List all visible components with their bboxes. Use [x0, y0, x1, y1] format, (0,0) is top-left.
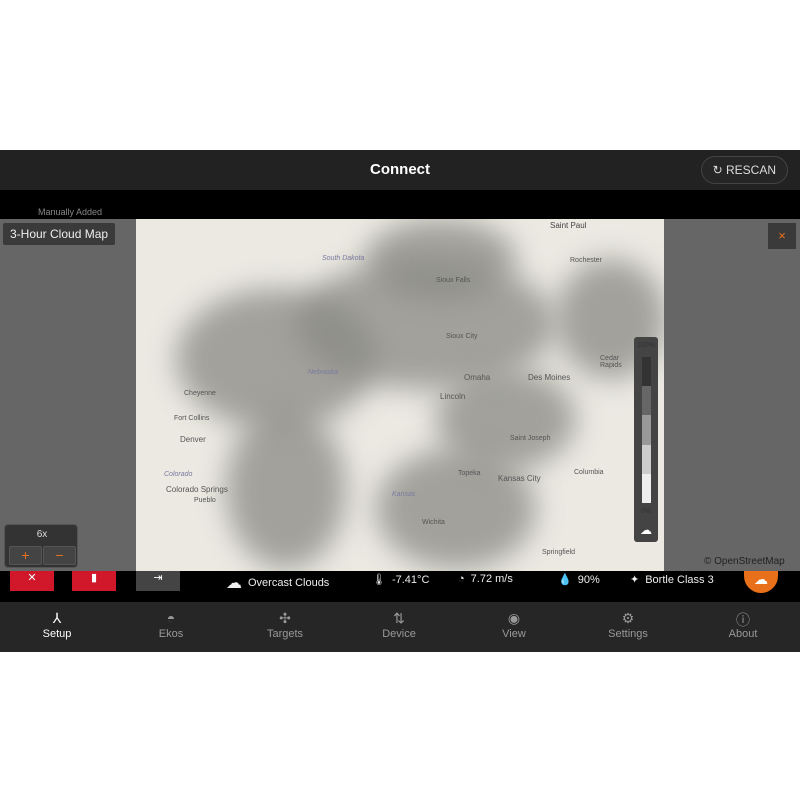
droplet-icon: 💧 — [558, 574, 572, 586]
page-title: Connect — [370, 161, 430, 178]
app-header: Connect ↻ RESCAN — [0, 150, 800, 190]
cloud-map[interactable]: South Dakota Nebraska Kansas Colorado Sa… — [136, 219, 664, 571]
thermometer-icon: 🌡 — [372, 574, 386, 586]
legend-min-label: 0% — [640, 508, 652, 515]
city-label: Lincoln — [440, 392, 466, 401]
nav-label: About — [728, 628, 758, 640]
cloud-icon: ☁ — [754, 571, 768, 587]
wind-status: ◔ 7.72 m/s — [458, 573, 513, 585]
city-label: Fort Collins — [174, 415, 210, 422]
state-label: Kansas — [392, 491, 416, 498]
city-label: Pueblo — [194, 497, 216, 504]
setup-icon: ⅄ — [52, 610, 62, 626]
cloud-icon: ☁ — [640, 523, 652, 537]
bortle-status: ✦ Bortle Class 3 — [630, 573, 714, 587]
nav-label: Ekos — [158, 628, 184, 640]
city-label: Rochester — [570, 257, 602, 264]
zoom-control: 6x + − — [4, 524, 78, 568]
city-label: Cheyenne — [184, 390, 216, 397]
device-list-area — [0, 190, 800, 219]
nav-about[interactable]: ⓘ About — [686, 602, 800, 652]
nav-view[interactable]: ◉ View — [457, 602, 571, 652]
map-attribution[interactable]: © OpenStreetMap — [704, 556, 785, 567]
rescan-label: RESCAN — [725, 163, 776, 177]
city-label: Wichita — [422, 519, 445, 526]
rescan-button[interactable]: ↻ RESCAN — [700, 156, 788, 184]
refresh-icon: ↻ — [712, 163, 726, 177]
zoom-out-button[interactable]: − — [43, 546, 76, 565]
wind-text: 7.72 m/s — [470, 573, 513, 585]
eye-icon: ◉ — [507, 610, 521, 626]
humidity-status: 💧 90% — [558, 573, 600, 587]
city-label: Sioux Falls — [436, 277, 471, 284]
nav-targets[interactable]: ✣ Targets — [228, 602, 342, 652]
nav-setup[interactable]: ⅄ Setup — [0, 602, 114, 652]
arrows-updown-icon: ⇅ — [393, 610, 405, 626]
city-label: Saint Joseph — [510, 435, 551, 442]
state-label: Colorado — [164, 471, 193, 478]
city-label: Sioux City — [446, 333, 478, 340]
state-label: South Dakota — [322, 255, 365, 262]
city-label: Kansas City — [498, 474, 541, 483]
cloud-map-button[interactable]: ☁ — [744, 571, 778, 593]
city-label: Des Moines — [528, 373, 571, 382]
gauge-icon: ◔ — [458, 573, 465, 585]
map-title: 3-Hour Cloud Map — [3, 223, 116, 245]
city-label: Denver — [180, 435, 206, 444]
city-label: Columbia — [574, 469, 604, 476]
nav-label: Targets — [266, 628, 304, 640]
section-label: Manually Added — [38, 207, 103, 217]
cloud-cover-legend: 100% 0% ☁ — [634, 337, 658, 542]
bottom-nav: ⅄ Setup ◓ Ekos ✣ Targets ⇅ Device ◉ View ⚙ Set… — [0, 602, 800, 652]
nav-label: Device — [382, 628, 416, 640]
nav-label: Settings — [608, 628, 648, 640]
disconnect-button[interactable]: ✕ — [10, 571, 54, 591]
nav-ekos[interactable]: ◓ Ekos — [114, 602, 228, 652]
info-icon: ⓘ — [736, 612, 750, 628]
gear-icon: ⚙ — [621, 610, 635, 626]
cloud-icon: ☁ — [226, 575, 242, 592]
city-label: Cedar Rapids — [600, 355, 622, 369]
legend-max-label: 100% — [637, 342, 655, 349]
temperature-text: -7.41°C — [391, 573, 430, 586]
city-label: Omaha — [464, 373, 491, 382]
nav-settings[interactable]: ⚙ Settings — [571, 602, 685, 652]
city-label: Colorado Springs — [166, 485, 228, 494]
state-label: Nebraska — [308, 369, 338, 376]
sd-card-button[interactable]: ▮ — [72, 571, 116, 591]
nav-label: View — [502, 628, 526, 640]
crosshair-icon: ✣ — [279, 610, 291, 626]
zoom-level: 6x — [36, 529, 48, 540]
nav-device[interactable]: ⇅ Device — [342, 602, 456, 652]
city-label: Topeka — [458, 470, 481, 477]
sparkle-icon: ✦ — [630, 574, 640, 586]
humidity-text: 90% — [577, 573, 600, 586]
status-bar: ✕ ▮ ⇥ ☁ Overcast Clouds 🌡 -7.41°C ◔ 7.72 m/… — [0, 571, 800, 602]
weather-status: ☁ Overcast Clouds — [226, 573, 329, 593]
bortle-text: Bortle Class 3 — [645, 573, 714, 586]
weather-text: Overcast Clouds — [248, 577, 330, 589]
zoom-in-button[interactable]: + — [9, 546, 42, 565]
observatory-icon: ◓ — [166, 610, 176, 626]
login-button[interactable]: ⇥ — [136, 571, 180, 591]
temperature-status: 🌡 -7.41°C — [372, 573, 430, 587]
nav-label: Setup — [42, 628, 72, 640]
close-map-button[interactable]: × — [768, 223, 796, 249]
city-label: Springfield — [542, 549, 576, 556]
city-label: Saint Paul — [550, 221, 587, 230]
